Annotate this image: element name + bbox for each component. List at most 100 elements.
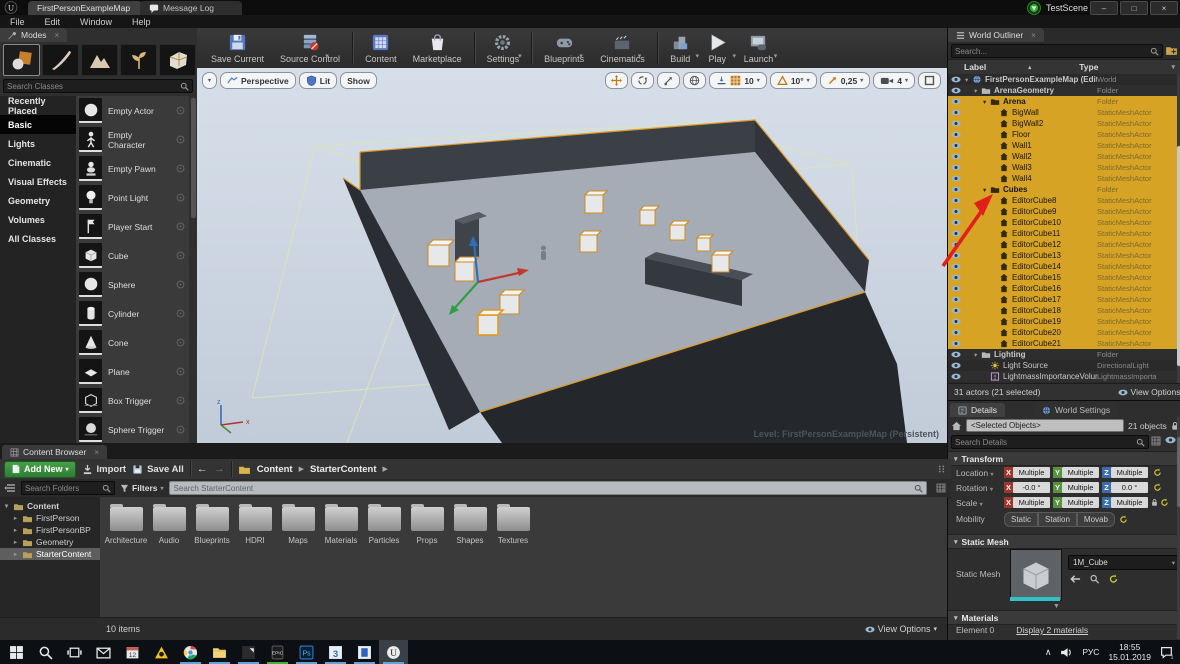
outliner-row-editorcube12[interactable]: EditorCube12 StaticMeshActor (948, 239, 1177, 250)
import-button[interactable]: Import (82, 464, 126, 475)
mobility-movab[interactable]: Movab (1076, 511, 1115, 527)
language-indicator[interactable]: РУС (1082, 647, 1099, 657)
asset-folder-blueprints[interactable]: Blueprints (194, 504, 230, 545)
place-item-empty-character[interactable]: Empty Character (76, 125, 189, 154)
toolbar-play-button[interactable]: Play ▾ (699, 29, 736, 67)
category-geometry[interactable]: Geometry (0, 191, 76, 210)
taskbar-task-view-icon[interactable] (60, 640, 89, 664)
window-tab-message-log[interactable]: Message Log (140, 1, 242, 15)
taskbar-explorer-icon[interactable] (205, 640, 234, 664)
outliner-row-editorcube17[interactable]: EditorCube17 StaticMeshActor (948, 294, 1177, 305)
place-item-point-light[interactable]: Point Light (76, 183, 189, 212)
minimize-button[interactable]: – (1090, 1, 1118, 15)
filters-button[interactable]: Filters ▾ (120, 483, 164, 493)
outliner-row-lightmassimportancevolume[interactable]: LightmassImportanceVolume LightmassImport… (948, 371, 1177, 382)
toolbar-marketplace-button[interactable]: Marketplace (405, 29, 470, 67)
category-volumes[interactable]: Volumes (0, 210, 76, 229)
reset-icon[interactable] (1119, 515, 1128, 524)
lock-icon[interactable] (1151, 498, 1158, 507)
tree-item-content[interactable]: ▾ Content (0, 500, 100, 512)
taskbar-epic-icon[interactable]: EPIC (263, 640, 292, 664)
outliner-row-wall4[interactable]: Wall4 StaticMeshActor (948, 173, 1177, 184)
eye-icon[interactable] (951, 318, 961, 325)
taskbar-3dsmax-icon[interactable]: 3 (321, 640, 350, 664)
use-selected-icon[interactable] (1070, 574, 1081, 584)
view-mode-button[interactable]: Lit (298, 72, 338, 89)
axis-z-value[interactable]: Multiple (1111, 467, 1148, 478)
asset-folder-maps[interactable]: Maps (281, 504, 315, 545)
place-item-sphere[interactable]: Sphere (76, 270, 189, 299)
eye-icon[interactable] (951, 186, 961, 193)
asset-folder-materials[interactable]: Materials (324, 504, 358, 545)
add-new-button[interactable]: Add New ▾ (4, 460, 76, 478)
toolbar-content-button[interactable]: Content (357, 29, 405, 67)
back-button[interactable]: ← (197, 463, 208, 475)
outliner-row-arenageometry[interactable]: ▾ ArenaGeometry Folder (948, 85, 1177, 96)
tab-world-settings[interactable]: World Settings (1034, 403, 1119, 417)
static-mesh-thumbnail[interactable] (1010, 549, 1062, 601)
asset-folder-props[interactable]: Props (410, 504, 444, 545)
eye-icon[interactable] (951, 87, 961, 94)
menu-file[interactable]: File (10, 17, 25, 27)
outliner-row-editorcube18[interactable]: EditorCube18 StaticMeshActor (948, 305, 1177, 316)
outliner-row-wall3[interactable]: Wall3 StaticMeshActor (948, 162, 1177, 173)
taskbar-yellow-triangle-app-icon[interactable] (147, 640, 176, 664)
outliner-row-wall2[interactable]: Wall2 StaticMeshActor (948, 151, 1177, 162)
camera-mode-button[interactable]: Perspective (220, 72, 296, 89)
outliner-row-editorcube11[interactable]: EditorCube11 StaticMeshActor (948, 228, 1177, 239)
eye-icon[interactable] (951, 142, 961, 149)
outliner-row-editorcube16[interactable]: EditorCube16 StaticMeshActor (948, 283, 1177, 294)
scale-snap-button[interactable]: 0,25 ▾ (819, 72, 871, 89)
eye-icon[interactable] (951, 285, 961, 292)
outliner-row-floor[interactable]: Floor StaticMeshActor (948, 129, 1177, 140)
maximize-button[interactable]: □ (1120, 1, 1148, 15)
maximize-viewport-button[interactable] (918, 72, 941, 89)
view-options-button[interactable]: View Options ▾ (1117, 387, 1180, 397)
close-icon[interactable]: × (1031, 31, 1036, 40)
panel-grip-icon[interactable] (938, 464, 945, 474)
reset-icon[interactable] (1108, 574, 1119, 584)
place-item-cube[interactable]: Cube (76, 241, 189, 270)
asset-folder-particles[interactable]: Particles (367, 504, 401, 545)
axis-x-value[interactable]: Multiple (1013, 467, 1050, 478)
axis-x-value[interactable]: -0.0 ° (1013, 482, 1050, 493)
outliner-row-editorcube20[interactable]: EditorCube20 StaticMeshActor (948, 327, 1177, 338)
outliner-row-editorcube13[interactable]: EditorCube13 StaticMeshActor (948, 250, 1177, 261)
toolbar-settings-button[interactable]: Settings ▾ (479, 29, 528, 67)
tab-details[interactable]: Details (950, 403, 1005, 417)
place-item-box-trigger[interactable]: Box Trigger (76, 386, 189, 415)
outliner-search-input[interactable] (952, 46, 1150, 56)
browse-icon[interactable] (1089, 574, 1100, 584)
section-expander[interactable]: ▼ (1053, 603, 1060, 610)
axis-y-value[interactable]: Multiple (1062, 467, 1099, 478)
place-item-empty-actor[interactable]: Empty Actor (76, 96, 189, 125)
foliage-tool-button[interactable] (120, 44, 157, 76)
grid-view-icon[interactable] (1151, 436, 1161, 446)
eye-icon[interactable] (951, 109, 961, 116)
settings-grid-icon[interactable] (936, 483, 946, 493)
content-browser-tab[interactable]: Content Browser × (2, 445, 107, 459)
eye-icon[interactable] (951, 351, 961, 358)
eye-icon[interactable] (951, 274, 961, 281)
asset-folder-hdri[interactable]: HDRI (238, 504, 272, 545)
eye-icon[interactable] (1165, 436, 1176, 444)
outliner-row-editorcube14[interactable]: EditorCube14 StaticMeshActor (948, 261, 1177, 272)
category-lights[interactable]: Lights (0, 134, 76, 153)
world-outliner-tab[interactable]: World Outliner × (948, 28, 1044, 42)
expander-icon[interactable]: ▾ (3, 502, 10, 510)
expander-icon[interactable]: ▾ (974, 351, 981, 359)
taskbar-dark-app-icon[interactable] (234, 640, 263, 664)
eye-icon[interactable] (951, 373, 961, 380)
asset-folder-textures[interactable]: Textures (496, 504, 530, 545)
chevron-up-icon[interactable]: ∧ (1045, 647, 1052, 658)
taskbar-photoshop-icon[interactable]: Ps (292, 640, 321, 664)
category-basic[interactable]: Basic (0, 115, 76, 134)
toolbar-source-control-button[interactable]: Source Control ▾ (272, 29, 348, 67)
menu-window[interactable]: Window (80, 17, 112, 27)
scale-tool-button[interactable] (657, 72, 681, 89)
asset-search-input[interactable] (169, 483, 914, 493)
outliner-row-editorcube8[interactable]: EditorCube8 StaticMeshActor (948, 195, 1177, 206)
toolbar-cinematics-button[interactable]: Cinematics ▾ (592, 29, 653, 67)
asset-folder-architecture[interactable]: Architecture (105, 504, 147, 545)
expander-icon[interactable]: ▾ (983, 98, 990, 106)
